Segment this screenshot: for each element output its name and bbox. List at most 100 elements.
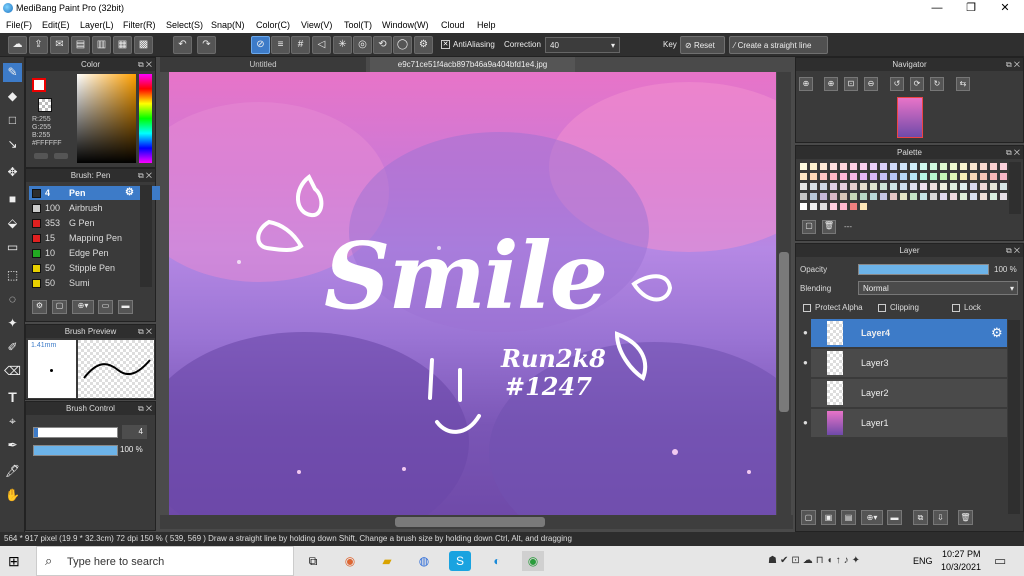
zoom-icon[interactable]: ⊕	[799, 77, 813, 91]
layer-scrollbar[interactable]	[1008, 320, 1020, 514]
palette-swatch[interactable]	[979, 172, 988, 181]
palette-swatch[interactable]	[899, 172, 908, 181]
clock-date[interactable]: 10/3/2021	[941, 562, 981, 572]
palette-swatch[interactable]	[979, 182, 988, 191]
rectangle-tool-icon[interactable]: □	[3, 111, 22, 130]
palette-swatch[interactable]	[839, 192, 848, 201]
panel-float-close-icon[interactable]: ⧉ ✕	[138, 169, 152, 182]
panel-float-close-icon[interactable]: ⧉ ✕	[1006, 146, 1020, 159]
palette-swatch[interactable]	[969, 162, 978, 171]
palette-swatch[interactable]	[999, 172, 1008, 181]
palette-swatch[interactable]	[969, 192, 978, 201]
palette-swatch[interactable]	[829, 172, 838, 181]
layer-row-layer2[interactable]: Layer2	[811, 379, 1007, 408]
menu-color[interactable]: Color(C)	[256, 20, 290, 30]
correction-select[interactable]: 40 ▾	[545, 37, 620, 53]
artwork-canvas[interactable]: Smile Run2k8 #1247	[169, 72, 776, 515]
palette-swatch[interactable]	[809, 162, 818, 171]
eraser-tool-icon[interactable]: ◆	[3, 87, 22, 106]
maximize-button[interactable]: ❐	[954, 0, 988, 17]
rotate-left-icon[interactable]: ↺	[890, 77, 904, 91]
palette-swatch[interactable]	[799, 162, 808, 171]
palette-swatch[interactable]	[849, 162, 858, 171]
palette-swatch[interactable]	[939, 162, 948, 171]
share-icon[interactable]: ⇪	[29, 36, 48, 54]
palette-swatch[interactable]	[949, 172, 958, 181]
add-brush-dropdown-icon[interactable]: ⊕▾	[72, 300, 94, 314]
palette-swatch[interactable]	[849, 192, 858, 201]
palette-swatch[interactable]	[859, 162, 868, 171]
palette-swatch[interactable]	[839, 162, 848, 171]
folder-icon[interactable]: ▭	[98, 300, 113, 314]
fill-shape-icon[interactable]: ■	[3, 190, 22, 209]
divide-tool-icon[interactable]: ⌖	[3, 412, 22, 431]
palette-scrollbar[interactable]	[1009, 162, 1021, 214]
eyedropper-mini-icon[interactable]	[54, 153, 68, 159]
palette-swatch[interactable]	[819, 172, 828, 181]
taskbar-search-box[interactable]: ⌕ Type here to search	[36, 546, 294, 576]
palette-swatch[interactable]	[879, 182, 888, 191]
menu-window[interactable]: Window(W)	[382, 20, 429, 30]
select-eraser-icon[interactable]: ⌫	[3, 362, 22, 381]
magic-wand-icon[interactable]: ✦	[3, 314, 22, 333]
palette-swatch[interactable]	[889, 172, 898, 181]
menu-cloud[interactable]: Cloud	[441, 20, 465, 30]
redo-icon[interactable]: ↷	[197, 36, 216, 54]
palette-swatch[interactable]	[829, 182, 838, 191]
palette-swatch[interactable]	[889, 162, 898, 171]
blending-select[interactable]: Normal ▾	[858, 281, 1018, 295]
lasso-icon[interactable]: ◌	[3, 290, 22, 309]
brush-size-value[interactable]: 4	[122, 425, 147, 439]
palette-swatch[interactable]	[839, 202, 848, 211]
layer-row-layer3[interactable]: ● Layer3	[803, 349, 1007, 378]
tab-untitled[interactable]: Untitled	[160, 57, 366, 72]
layer-row-layer4[interactable]: ● Layer4 ⚙	[803, 319, 1007, 348]
folder-open-icon[interactable]: ▬	[118, 300, 133, 314]
layer-folder-icon[interactable]: ▬	[887, 510, 902, 525]
palette-swatch[interactable]	[919, 192, 928, 201]
palette-swatch[interactable]	[959, 162, 968, 171]
tiles-icon[interactable]: ▩	[134, 36, 153, 54]
panel-float-close-icon[interactable]: ⧉ ✕	[138, 325, 152, 338]
background-color-swatch[interactable]	[38, 98, 52, 112]
palette-swatch[interactable]	[969, 182, 978, 191]
delete-layer-icon[interactable]: 🗑	[958, 510, 973, 525]
palette-swatch[interactable]	[919, 182, 928, 191]
palette-swatch[interactable]	[919, 172, 928, 181]
file-explorer-icon[interactable]: ▰	[376, 551, 398, 571]
palette-swatch[interactable]	[999, 182, 1008, 191]
color-saturation-picker[interactable]	[77, 74, 136, 163]
palette-swatch[interactable]	[909, 192, 918, 201]
new-8bit-layer-icon[interactable]: ▤	[841, 510, 856, 525]
eye-icon[interactable]: ●	[803, 418, 808, 427]
system-tray-icons[interactable]: ☗✔⊡☁⊓◖↑♪✦	[768, 555, 863, 566]
brush-opacity-slider[interactable]	[33, 445, 118, 456]
palette-swatch[interactable]	[899, 192, 908, 201]
snap-curve-icon[interactable]: ⟲	[373, 36, 392, 54]
brush-tool-icon[interactable]: ✎	[3, 63, 22, 82]
select-rect-icon[interactable]: ⬚	[3, 266, 22, 285]
menu-select[interactable]: Select(S)	[166, 20, 203, 30]
grid-list-icon[interactable]: ▦	[113, 36, 132, 54]
chat-icon[interactable]: ▤	[71, 36, 90, 54]
medibang-icon[interactable]: ◉	[522, 551, 544, 571]
tab-file[interactable]: e9c71ce51f4acb897b46a9a404bfd1e4.jpg	[370, 57, 575, 72]
palette-swatch[interactable]	[819, 202, 828, 211]
palette-swatch[interactable]	[799, 192, 808, 201]
palette-swatch[interactable]	[869, 182, 878, 191]
palette-swatch[interactable]	[849, 172, 858, 181]
palette-swatch[interactable]	[879, 172, 888, 181]
rotate-right-icon[interactable]: ↻	[930, 77, 944, 91]
reset-button[interactable]: ⊘ Reset	[680, 36, 725, 54]
palette-swatch[interactable]	[889, 182, 898, 191]
palette-swatch[interactable]	[899, 182, 908, 191]
lock-checkbox[interactable]	[952, 304, 960, 312]
snap-parallel-icon[interactable]: ≡	[271, 36, 290, 54]
palette-swatch[interactable]	[949, 192, 958, 201]
comment-icon[interactable]: ✉	[50, 36, 69, 54]
palette-swatch[interactable]	[949, 182, 958, 191]
menu-edit[interactable]: Edit(E)	[42, 20, 70, 30]
palette-swatch[interactable]	[959, 192, 968, 201]
palette-swatch[interactable]	[939, 172, 948, 181]
palette-swatch[interactable]	[809, 172, 818, 181]
